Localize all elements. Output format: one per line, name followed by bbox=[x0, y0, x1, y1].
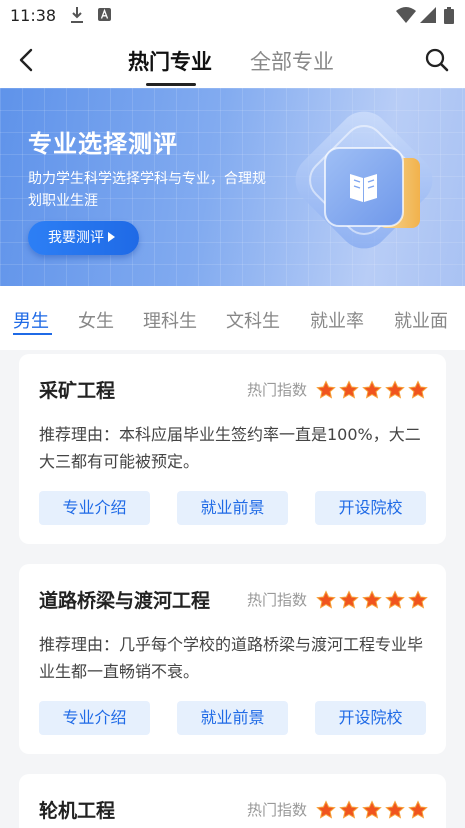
battery-icon bbox=[444, 7, 454, 24]
star-icon bbox=[316, 799, 336, 819]
career-prospects-button[interactable]: 就业前景 bbox=[177, 491, 288, 525]
career-prospects-button[interactable]: 就业前景 bbox=[177, 701, 288, 735]
star-icon bbox=[385, 589, 405, 609]
category-tab-science[interactable]: 理科生 bbox=[143, 307, 197, 333]
major-title: 轮机工程 bbox=[39, 800, 116, 822]
banner-description: 助力学生科学选择学科与专业，合理规划职业生涯 bbox=[28, 171, 266, 209]
download-icon bbox=[71, 7, 83, 23]
star-icon bbox=[316, 589, 336, 609]
play-arrow-icon bbox=[108, 232, 115, 242]
offering-schools-button[interactable]: 开设院校 bbox=[315, 701, 426, 735]
star-icon bbox=[362, 379, 382, 399]
star-icon bbox=[408, 379, 428, 399]
tab-all-majors[interactable]: 全部专业 bbox=[250, 46, 334, 76]
assessment-banner[interactable]: 专业选择测评 助力学生科学选择学科与专业，合理规划职业生涯 我要测评 bbox=[0, 88, 465, 286]
start-assessment-label: 我要测评 bbox=[48, 230, 104, 246]
category-tab-female[interactable]: 女生 bbox=[78, 307, 114, 333]
recommend-reason: 推荐理由：几乎每个学校的道路桥梁与渡河工程专业毕业生都一直畅销不衰。 bbox=[39, 635, 424, 681]
status-time: 11:38 bbox=[10, 6, 57, 25]
app-notification-icon bbox=[98, 8, 111, 21]
active-tab-indicator bbox=[146, 83, 196, 86]
star-icon bbox=[385, 799, 405, 819]
major-card[interactable]: 道路桥梁与渡河工程 热门指数 推荐理由：几乎每个学校的道路桥梁与渡河工程专业毕业… bbox=[19, 564, 446, 754]
major-title: 道路桥梁与渡河工程 bbox=[39, 590, 211, 612]
search-icon[interactable] bbox=[424, 46, 450, 74]
category-tab-employment-range[interactable]: 就业面 bbox=[394, 307, 448, 333]
hot-index-rating: 热门指数 bbox=[247, 379, 428, 400]
back-icon[interactable] bbox=[14, 46, 40, 74]
category-tab-male[interactable]: 男生 bbox=[13, 307, 49, 333]
start-assessment-button[interactable]: 我要测评 bbox=[28, 221, 139, 255]
category-active-indicator bbox=[13, 333, 52, 335]
wifi-icon bbox=[396, 7, 416, 23]
category-tab-liberal-arts[interactable]: 文科生 bbox=[226, 307, 280, 333]
tab-hot-majors[interactable]: 热门专业 bbox=[128, 46, 212, 76]
status-bar: 11:38 bbox=[0, 0, 465, 32]
star-icon bbox=[339, 589, 359, 609]
major-title: 采矿工程 bbox=[39, 380, 116, 402]
star-icon bbox=[362, 589, 382, 609]
star-icon bbox=[408, 799, 428, 819]
major-intro-button[interactable]: 专业介绍 bbox=[39, 701, 150, 735]
star-icon bbox=[362, 799, 382, 819]
hot-index-label: 热门指数 bbox=[246, 381, 307, 399]
category-tab-employment-rate[interactable]: 就业率 bbox=[310, 307, 364, 333]
star-icon bbox=[339, 379, 359, 399]
star-icon bbox=[339, 799, 359, 819]
star-icon bbox=[408, 589, 428, 609]
star-icon bbox=[385, 379, 405, 399]
top-nav: 热门专业 全部专业 bbox=[0, 32, 465, 88]
hot-index-rating: 热门指数 bbox=[247, 799, 428, 820]
book-illustration-icon bbox=[295, 111, 433, 249]
offering-schools-button[interactable]: 开设院校 bbox=[315, 491, 426, 525]
major-card[interactable]: 采矿工程 热门指数 推荐理由：本科应届毕业生签约率一直是100%，大二大三都有可… bbox=[19, 354, 446, 544]
major-intro-button[interactable]: 专业介绍 bbox=[39, 491, 150, 525]
major-card[interactable]: 轮机工程 热门指数 bbox=[19, 774, 446, 828]
category-tabs: 男生 女生 理科生 文科生 就业率 就业面 bbox=[0, 286, 465, 350]
hot-index-label: 热门指数 bbox=[246, 591, 307, 609]
hot-index-rating: 热门指数 bbox=[247, 589, 428, 610]
star-icon bbox=[316, 379, 336, 399]
hot-index-label: 热门指数 bbox=[246, 801, 307, 819]
signal-icon bbox=[420, 7, 436, 23]
banner-title: 专业选择测评 bbox=[28, 130, 178, 158]
recommend-reason: 推荐理由：本科应届毕业生签约率一直是100%，大二大三都有可能被预定。 bbox=[39, 425, 421, 471]
